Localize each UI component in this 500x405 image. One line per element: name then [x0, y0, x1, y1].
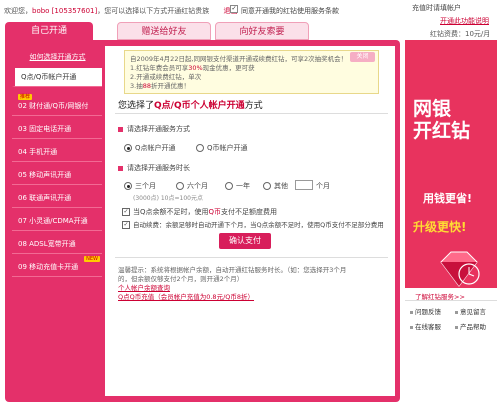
auto-renew-checkbox[interactable]: ✓ 自动续费：余额足够时自动开通下个月，当Q点余额不足时，使用Q币支付不足部分费用	[122, 219, 384, 229]
price-note: (3000点) 10点=100元点	[133, 195, 203, 202]
tip-text: 温馨提示：系统将根据帐户余额，自动开通红钻服务时长。（如：您选择开3个月 的，但…	[118, 266, 388, 302]
confirm-pay-button[interactable]: 确认支付	[219, 233, 271, 249]
sidebar-item-mobile-card[interactable]: NEW 09 移动充值卡开通	[12, 256, 102, 277]
sidebar-item-label: 02 财付通/Q币/网银付	[18, 102, 89, 110]
divider	[115, 113, 388, 114]
bullet-icon	[410, 310, 413, 314]
sync-label: 同意开通我的红钻使用服务条款	[241, 7, 339, 15]
sidebar-item-landline[interactable]: 03 固定电话开通	[12, 120, 102, 139]
radio-icon	[225, 182, 233, 190]
promo-banner[interactable]: 网银 开红钻 用钱更省! 升级更快!	[405, 40, 497, 288]
sidebar-title-link[interactable]: 如何选择开通方式	[10, 52, 105, 62]
sidebar-item-adsl[interactable]: 08 ADSL宽带开通	[12, 235, 102, 254]
bullet-icon	[118, 165, 123, 171]
sidebar-item-phs-cdma[interactable]: 07 小灵通/CDMA开通	[12, 212, 102, 231]
bullet-icon	[455, 325, 458, 329]
notice-box: 自2009年4月22日起,同网银支付渠道开通或续费红钻，可享2次抽奖机会！ 1.…	[124, 50, 379, 94]
radio-icon	[124, 182, 132, 190]
price-text: 红钻资费：10元/月	[430, 30, 491, 38]
promo-line: 升级更快!	[413, 220, 467, 234]
radio-6-months[interactable]: 六个月	[176, 181, 208, 191]
duration-title: 请选择开通服务时长	[118, 163, 190, 173]
promo-line: 用钱更省!	[423, 192, 473, 205]
product-help-link[interactable]: 产品帮助	[455, 321, 486, 331]
radio-icon	[263, 182, 271, 190]
new-badge: NEW	[84, 256, 100, 262]
user-name: bobo [105357601]	[32, 7, 98, 15]
sidebar-item-label: Q点/Q币帐户开通	[21, 73, 77, 81]
notice-line: 1.红钻年费会员可享30%现金优惠，更可获	[130, 64, 255, 72]
welcome-prefix: 欢迎您，	[4, 7, 32, 15]
divider	[115, 257, 388, 258]
ruby-gem-icon	[440, 251, 480, 287]
sidebar-item-tenpay[interactable]: 推荐 02 财付通/Q币/网银付	[12, 94, 102, 116]
tip-line: 的，但余额仅够支付2个月，则开通2个月）	[118, 275, 244, 283]
feedback-link[interactable]: 问题反馈	[410, 306, 441, 316]
sidebar-item-label: 06 联通声讯开通	[18, 194, 72, 202]
notice-close-button[interactable]: 关闭	[350, 52, 375, 62]
sync-checkbox[interactable]: ✓	[230, 5, 238, 13]
balance-query-link[interactable]: 个人帐户余额查询	[118, 284, 388, 293]
sidebar-item-mobile[interactable]: 04 手机开通	[12, 143, 102, 162]
radio-other[interactable]: 其他	[263, 181, 288, 191]
qcoin-fallback-checkbox[interactable]: ✓ 当Q点余额不足时，使用Q币支付不足额度费用	[122, 207, 277, 217]
sidebar-item-label: 05 移动声讯开通	[18, 171, 72, 179]
online-service-link[interactable]: 在线客服	[410, 321, 441, 331]
recommend-badge: 推荐	[18, 94, 33, 100]
radio-icon	[176, 182, 184, 190]
notice-line: 自2009年4月22日起,同网银支付渠道开通或续费红钻，可享2次抽奖机会！	[130, 55, 348, 63]
sidebar-item-label: 07 小灵通/CDMA开通	[18, 217, 88, 225]
notice-line: 3.抽88折开通优惠！	[130, 82, 190, 90]
radio-qcoin-account[interactable]: Q币帐户开通	[196, 143, 248, 153]
radio-icon	[196, 144, 204, 152]
months-unit: 个月	[316, 182, 330, 190]
recharge-account-text: 充值时请填帐户	[412, 4, 461, 12]
checkbox-icon: ✓	[122, 221, 130, 229]
radio-icon	[124, 144, 132, 152]
sidebar-item-label: 08 ADSL宽带开通	[18, 240, 76, 248]
recharge-link[interactable]: Q点Q币充值（会员帐户充值为0.8元/Q币8折）	[118, 293, 388, 302]
months-input[interactable]	[295, 180, 313, 190]
radio-3-months[interactable]: 三个月	[124, 181, 156, 191]
bullet-icon	[455, 310, 458, 314]
sidebar-item-qpoint[interactable]: Q点/Q币帐户开通	[12, 68, 102, 87]
service-mode-title: 请选择开通服务方式	[118, 124, 190, 134]
sidebar-item-mobile-voice[interactable]: 05 移动声讯开通	[12, 166, 102, 185]
sidebar-item-label: 03 固定电话开通	[18, 125, 72, 133]
checkbox-icon: ✓	[122, 208, 130, 216]
message-link[interactable]: 意见留言	[455, 306, 486, 316]
tip-line: 温馨提示：系统将根据帐户余额，自动开通红钻服务时长。（如：您选择开3个月	[118, 266, 347, 274]
feature-help-link[interactable]: 开通此功能说明	[440, 16, 489, 26]
tab-ask-friend[interactable]: 向好友索要	[215, 22, 309, 40]
sidebar-item-label: 09 移动充值卡开通	[18, 263, 79, 271]
welcome-suffix: ，您可以选择以下方式开通红钻贵族	[97, 7, 210, 15]
page-title: 您选择了Q点/Q币个人帐户开通方式	[118, 101, 263, 111]
welcome-text: 欢迎您，bobo [105357601]，您可以选择以下方式开通红钻贵族 退出	[4, 6, 237, 16]
notice-line: 2.开通或续费红钻，单次	[130, 73, 202, 81]
sidebar-item-label: 04 手机开通	[18, 148, 58, 156]
bullet-icon	[410, 325, 413, 329]
radio-1-year[interactable]: 一年	[225, 181, 250, 191]
tab-self-open[interactable]: 自己开通	[5, 22, 93, 40]
sidebar-item-unicom-voice[interactable]: 06 联通声讯开通	[12, 189, 102, 208]
tab-gift-friend[interactable]: 赠送给好友	[117, 22, 211, 40]
radio-qpoint-account[interactable]: Q点帐户开通	[124, 143, 176, 153]
bullet-icon	[118, 126, 123, 132]
promo-headline: 网银 开红钻	[413, 98, 471, 142]
